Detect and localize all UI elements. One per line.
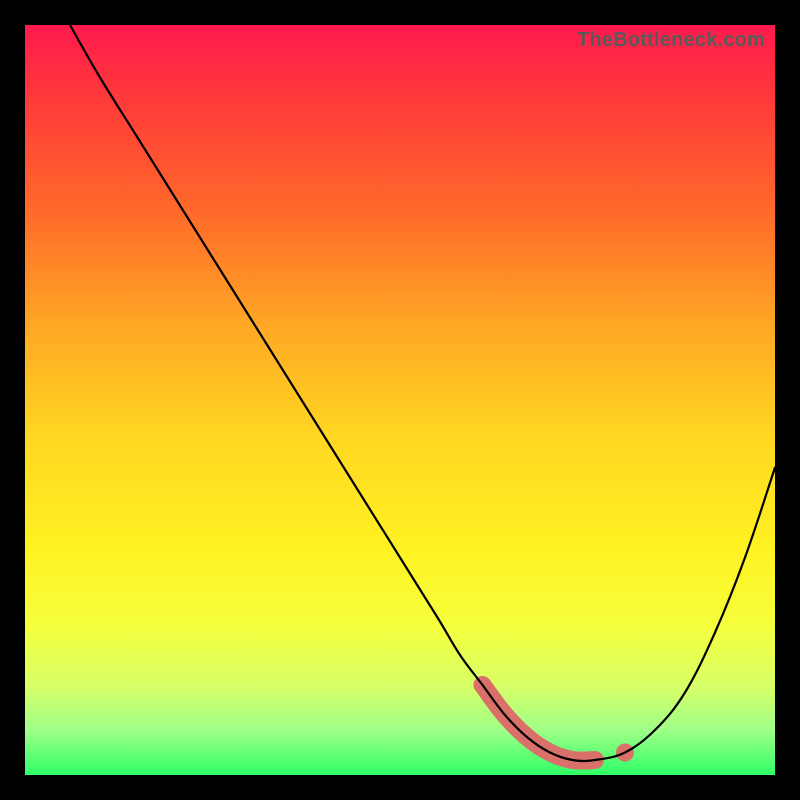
- chart-container: TheBottleneck.com: [0, 0, 800, 800]
- bottleneck-curve: [70, 25, 775, 761]
- optimal-range-highlight: [483, 685, 596, 761]
- plot-area: TheBottleneck.com: [25, 25, 775, 775]
- chart-svg: [25, 25, 775, 775]
